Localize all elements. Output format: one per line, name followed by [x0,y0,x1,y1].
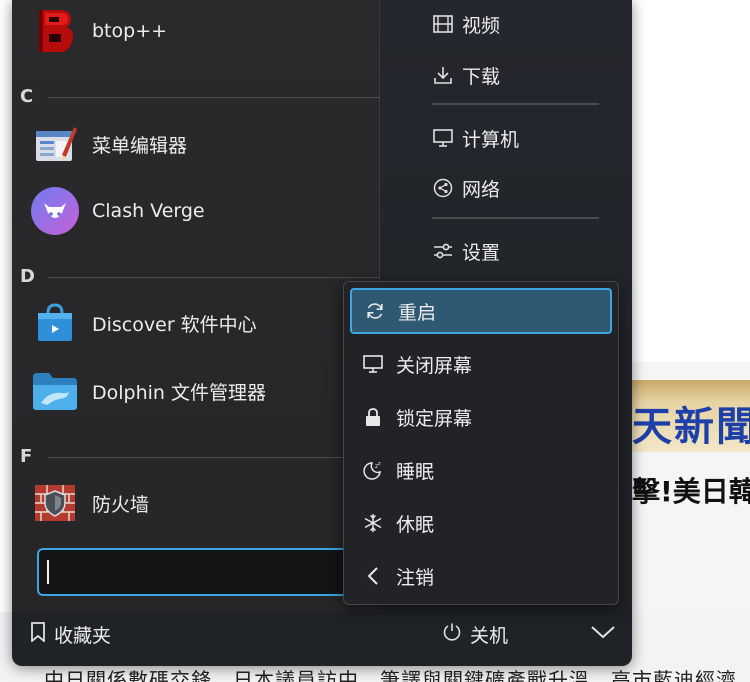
place-item-downloads[interactable]: 下载 [432,57,500,93]
lock-icon [362,406,384,428]
menu-item-logout[interactable]: 注销 [350,553,612,599]
menu-item-label: 重启 [398,301,437,324]
place-item-network[interactable]: 网络 [432,170,500,206]
place-item-videos[interactable]: 视频 [432,6,500,42]
app-label: Discover 软件中心 [92,313,257,336]
screen-off-icon [362,353,384,375]
app-item-btop[interactable]: btop++ [30,3,370,59]
network-icon [432,177,454,199]
place-label: 网络 [462,178,501,201]
app-label: btop++ [92,20,168,42]
menu-item-label: 关闭屏幕 [396,354,473,377]
menu-item-lock-screen[interactable]: 锁定屏幕 [350,394,612,440]
monitor-icon [432,127,454,149]
sleep-icon: zz [362,459,384,481]
place-item-settings[interactable]: 设置 [432,233,500,269]
power-icon [442,622,462,646]
app-item-firewall[interactable]: 防火墙 [30,475,370,531]
app-item-menu-editor[interactable]: 菜单编辑器 [30,116,370,172]
menu-item-hibernate[interactable]: 休眠 [350,500,612,546]
menu-item-sleep[interactable]: zz 睡眠 [350,447,612,493]
section-divider [48,457,368,458]
background-headline: 擊!美日韓 [632,475,750,508]
favorites-button[interactable]: 收藏夹 [30,618,111,650]
shutdown-button[interactable]: 关机 [442,618,508,650]
logout-icon [362,565,384,587]
menu-item-screen-off[interactable]: 关闭屏幕 [350,341,612,387]
app-label: Clash Verge [92,200,205,222]
menu-item-label: 睡眠 [396,460,435,483]
firewall-icon [30,478,80,528]
settings-icon [432,240,454,262]
places-separator [432,217,599,219]
place-label: 设置 [462,241,501,264]
app-label: 防火墙 [92,493,150,516]
favorites-label: 收藏夹 [54,624,112,647]
section-divider [48,97,380,98]
search-input[interactable] [37,548,367,596]
chevron-down-icon [590,624,616,644]
menu-item-label: 注销 [396,566,435,589]
place-item-computer[interactable]: 计算机 [432,120,519,156]
download-icon [432,64,454,86]
menu-item-label: 休眠 [396,513,435,536]
text-caret [47,560,49,584]
menu-item-restart[interactable]: 重启 [350,288,612,334]
restart-icon [364,300,386,322]
hibernate-icon [362,512,384,534]
place-label: 计算机 [462,128,520,151]
section-header-d: D [20,266,35,287]
app-item-discover[interactable]: Discover 软件中心 [30,295,370,351]
background-bottom-text: 中日關係數碼交鋒，日本議員訪中，筆譯與關鍵礦產戰升溫，高市藍迪經濟 [44,668,737,682]
places-separator [432,103,599,105]
background-banner: 天新聞網 [632,380,750,452]
app-label: Dolphin 文件管理器 [92,381,266,404]
place-label: 下载 [462,65,501,88]
section-divider [48,277,380,278]
svg-text:z: z [378,461,381,467]
shutdown-label: 关机 [470,624,509,647]
app-label: 菜单编辑器 [92,134,188,157]
section-header-f: F [20,446,33,467]
place-label: 视频 [462,14,501,37]
film-icon [432,13,454,35]
btop-icon [30,6,80,56]
menu-item-label: 锁定屏幕 [396,407,473,430]
app-item-clash-verge[interactable]: Clash Verge [30,183,370,239]
menu-editor-icon [30,119,80,169]
section-header-c: C [20,86,34,107]
app-item-dolphin[interactable]: Dolphin 文件管理器 [30,363,370,419]
power-menu: 重启 关闭屏幕 锁定屏幕 zz 睡眠 休眠 注销 [343,281,619,605]
discover-icon [30,298,80,348]
background-banner-text: 天新聞網 [632,403,750,450]
bookmark-icon [30,622,46,646]
clash-verge-icon [30,186,80,236]
dolphin-icon [30,366,80,416]
expand-button[interactable] [590,618,616,650]
